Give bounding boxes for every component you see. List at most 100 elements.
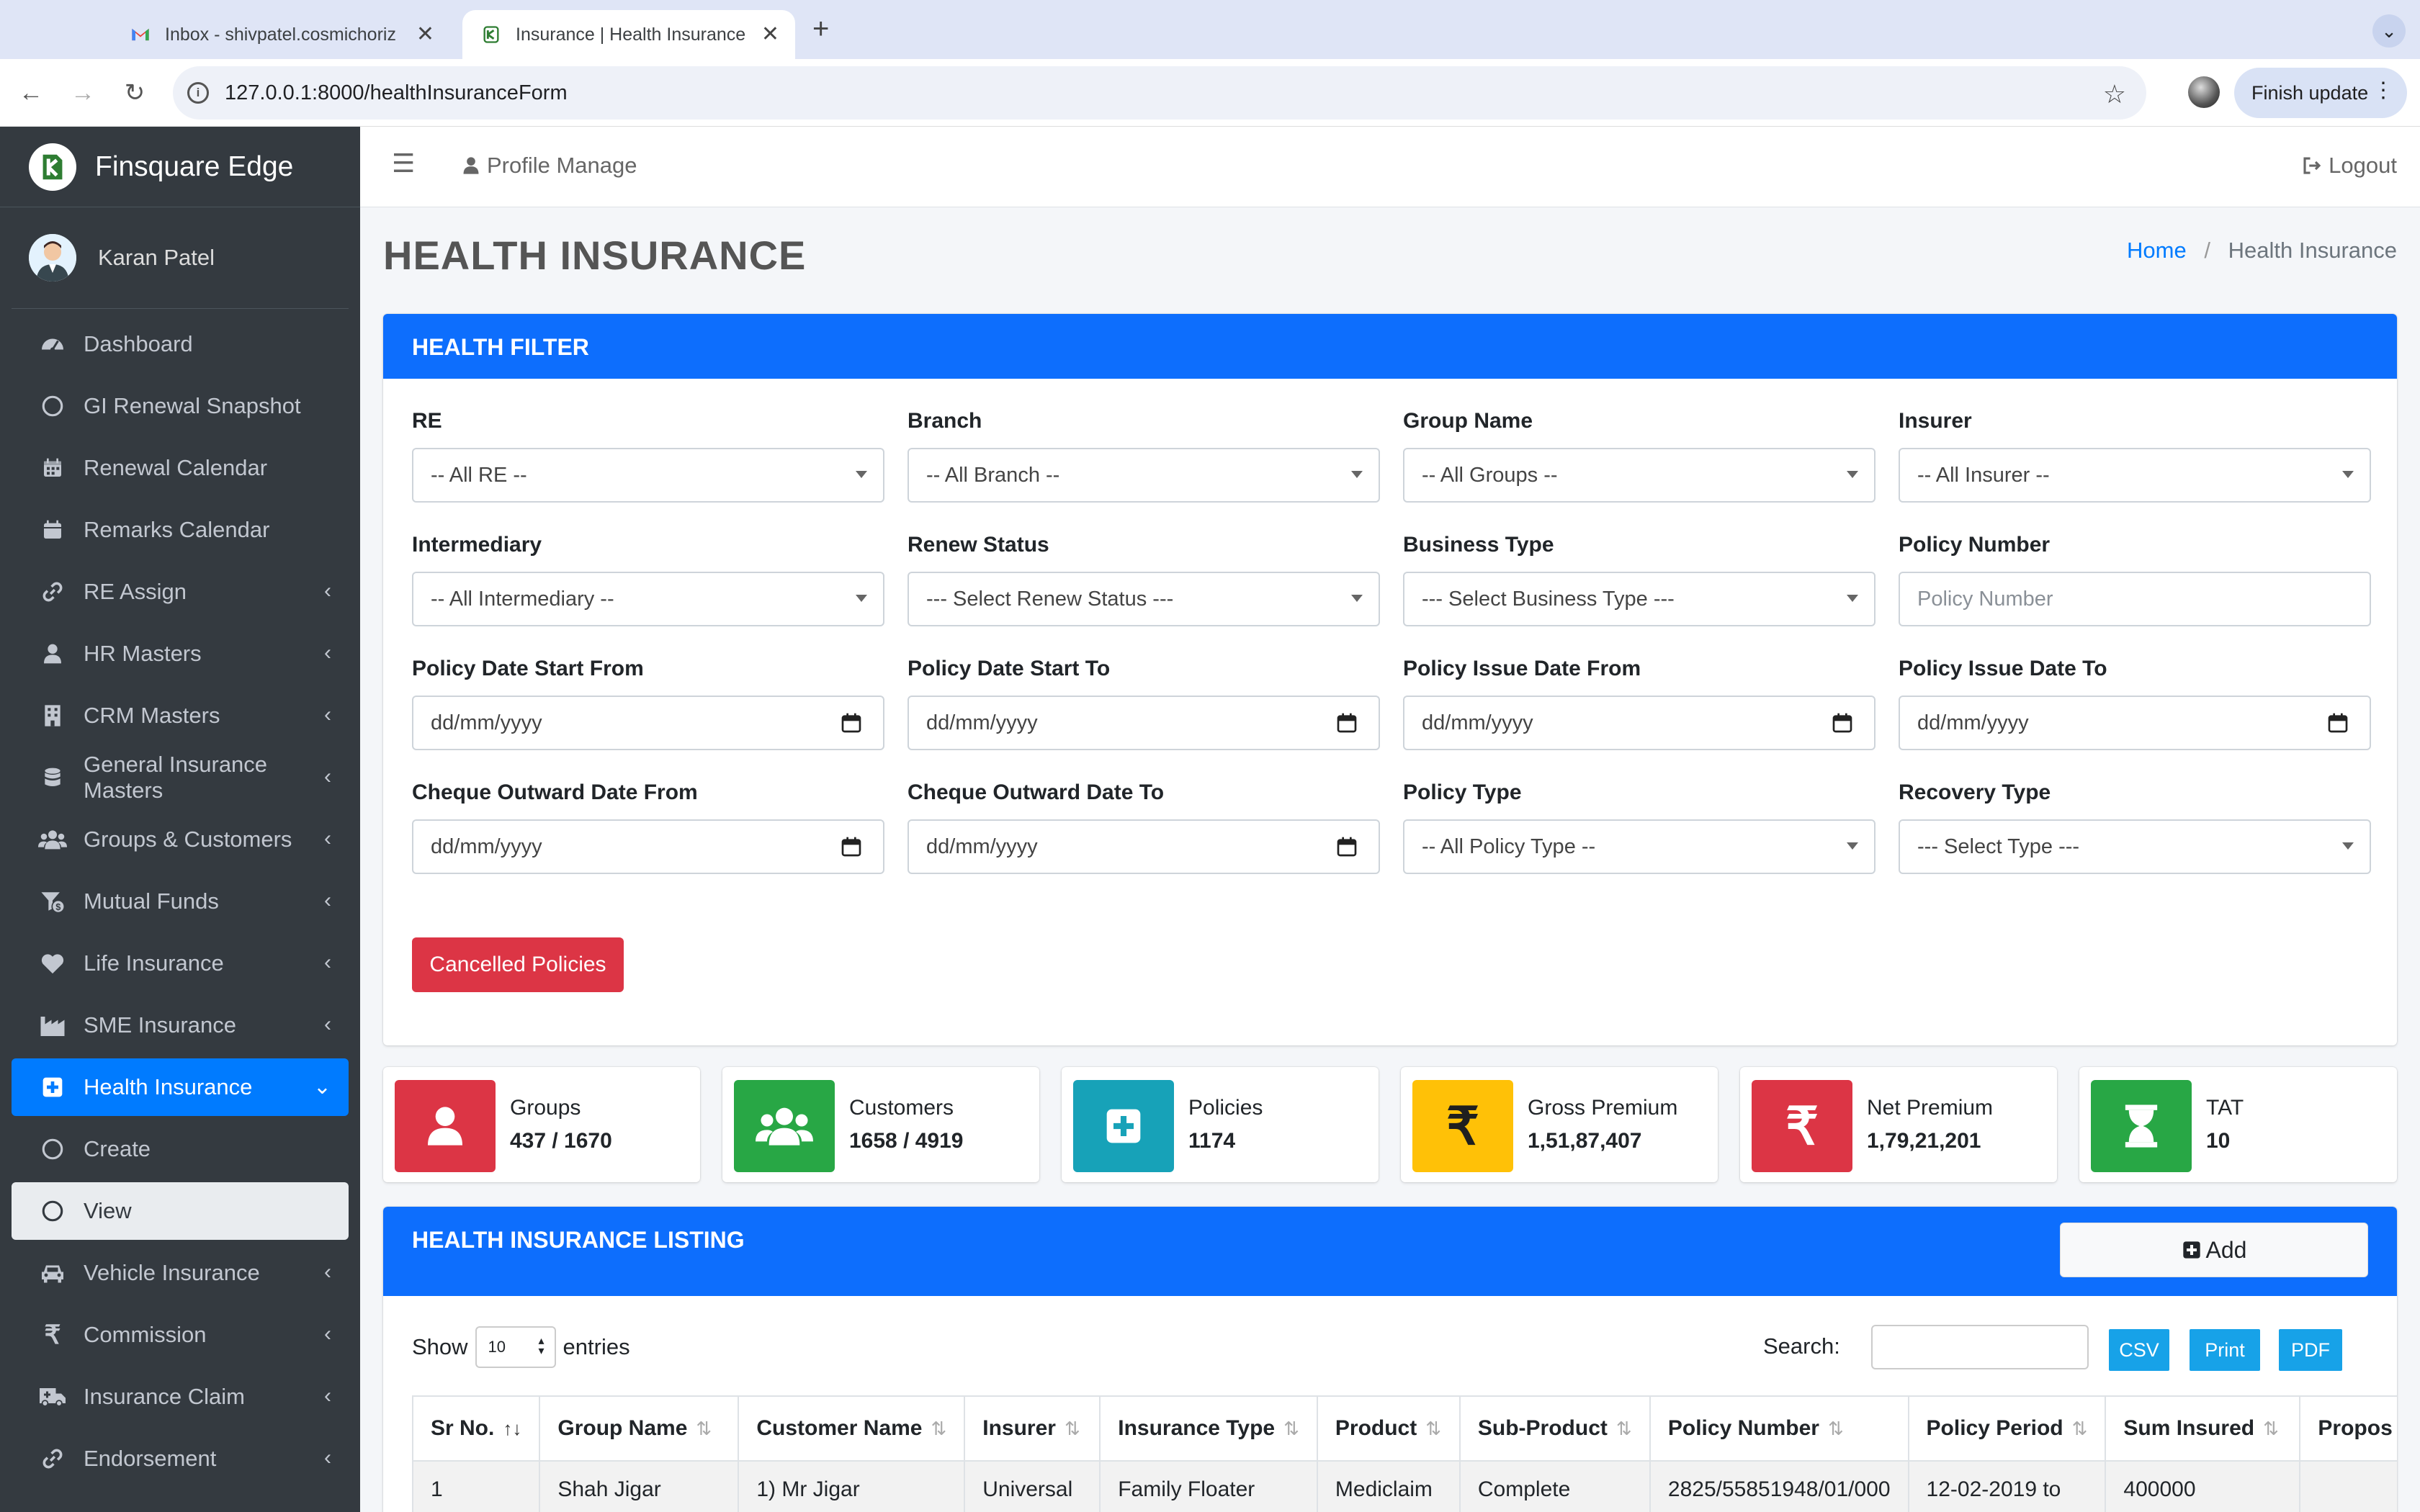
sort-icon: ↑↓: [503, 1418, 522, 1439]
column-header-sub-product[interactable]: Sub-Product ⇅: [1458, 1395, 1651, 1462]
bookmark-star-icon[interactable]: ☆: [2103, 79, 2126, 109]
table-row[interactable]: 1 Shah Jigar 1) Mr Jigar Universal Family Fl…: [411, 1460, 2397, 1512]
search-input[interactable]: [1871, 1325, 2089, 1369]
re-select[interactable]: -- All RE --: [412, 448, 884, 503]
column-header-insurance-type[interactable]: Insurance Type ⇅: [1099, 1395, 1318, 1462]
sidebar-item-insurance-claim[interactable]: Insurance Claim ‹: [12, 1368, 349, 1426]
table-cell: Complete: [1458, 1460, 1651, 1512]
column-header-product[interactable]: Product ⇅: [1316, 1395, 1461, 1462]
policy-issue-date-to-date-input[interactable]: dd/mm/yyyy: [1899, 696, 2371, 750]
column-header-sum-insured[interactable]: Sum Insured ⇅: [2105, 1395, 2301, 1462]
cheque-outward-date-from-date-input[interactable]: dd/mm/yyyy: [412, 819, 884, 874]
recovery-type-select[interactable]: --- Select Type ---: [1899, 819, 2371, 874]
sidebar-item-crm-masters[interactable]: CRM Masters ‹: [12, 687, 349, 744]
reload-button[interactable]: ↻: [117, 75, 153, 111]
column-header-label: Insurer: [982, 1416, 1056, 1440]
close-tab-icon[interactable]: ✕: [761, 24, 779, 45]
sidebar-item-health-insurance[interactable]: Health Insurance ⌄: [12, 1058, 349, 1116]
site-info-icon[interactable]: i: [187, 82, 209, 104]
selected-value: --- Select Renew Status ---: [926, 587, 1174, 611]
sidebar-item-hr-masters[interactable]: HR Masters ‹: [12, 625, 349, 683]
brand[interactable]: Finsquare Edge: [0, 127, 360, 207]
caret-down-icon: [1351, 471, 1363, 478]
rupee-icon: ₹: [1752, 1080, 1852, 1172]
filter-card-header: HEALTH FILTER: [383, 314, 2397, 379]
calendar-icon[interactable]: [1335, 711, 1358, 734]
business-type-select[interactable]: --- Select Business Type ---: [1403, 572, 1876, 626]
cheque-outward-date-to-date-input[interactable]: dd/mm/yyyy: [908, 819, 1380, 874]
logout-link[interactable]: Logout: [2301, 153, 2397, 179]
car-icon: [37, 1258, 68, 1288]
sidebar-item-life-insurance[interactable]: Life Insurance ‹: [12, 935, 349, 992]
sidebar-item-view[interactable]: View: [12, 1182, 349, 1240]
calendar-icon[interactable]: [840, 835, 863, 858]
sidebar-item-remarks-calendar[interactable]: Remarks Calendar: [12, 501, 349, 559]
column-header-group-name[interactable]: Group Name ⇅: [539, 1395, 740, 1462]
sidebar-item-mutual-funds[interactable]: $ Mutual Funds ‹: [12, 873, 349, 930]
intermediary-select[interactable]: -- All Intermediary --: [412, 572, 884, 626]
column-header-insurer[interactable]: Insurer ⇅: [964, 1395, 1101, 1462]
policy-date-start-to-date-input[interactable]: dd/mm/yyyy: [908, 696, 1380, 750]
profile-manage-link[interactable]: Profile Manage: [461, 153, 637, 179]
calendar-icon[interactable]: [840, 711, 863, 734]
hamburger-menu-icon[interactable]: ☰: [392, 148, 415, 179]
column-header-customer-name[interactable]: Customer Name ⇅: [738, 1395, 966, 1462]
stat-label: Groups: [510, 1096, 581, 1120]
sidebar-item-endorsement[interactable]: Endorsement ‹: [12, 1430, 349, 1488]
browser-profile-avatar[interactable]: [2188, 76, 2220, 108]
page-length-select[interactable]: 10 ▴ ▾: [475, 1326, 556, 1368]
policy-type-select[interactable]: -- All Policy Type --: [1403, 819, 1876, 874]
sidebar-item-label: GI Renewal Snapshot: [84, 393, 301, 418]
address-bar[interactable]: i 127.0.0.1:8000/healthInsuranceForm ☆: [173, 66, 2146, 120]
calendar-icon[interactable]: [2326, 711, 2349, 734]
sidebar-item-dashboard[interactable]: Dashboard: [12, 315, 349, 373]
close-tab-icon[interactable]: ✕: [416, 24, 434, 45]
group-name-select[interactable]: -- All Groups --: [1403, 448, 1876, 503]
sidebar-item-general-insurance-masters[interactable]: General Insurance Masters ‹: [12, 749, 349, 806]
policy-number-input[interactable]: Policy Number: [1899, 572, 2371, 626]
branch-select[interactable]: -- All Branch --: [908, 448, 1380, 503]
sidebar-item-groups-customers[interactable]: Groups & Customers ‹: [12, 811, 349, 868]
database-icon: [37, 762, 68, 793]
user-icon: [395, 1080, 496, 1172]
csv-button[interactable]: CSV: [2109, 1329, 2169, 1371]
new-tab-button[interactable]: +: [812, 13, 829, 45]
plus-square-icon: [1073, 1080, 1174, 1172]
sidebar-item-sme-insurance[interactable]: SME Insurance ‹: [12, 996, 349, 1054]
sidebar-item-commission[interactable]: ₹ Commission ‹: [12, 1306, 349, 1364]
policy-issue-date-from-date-input[interactable]: dd/mm/yyyy: [1403, 696, 1876, 750]
column-header-propos[interactable]: Propos: [2299, 1395, 2397, 1462]
sidebar-item-re-assign[interactable]: RE Assign ‹: [12, 563, 349, 621]
forward-button[interactable]: →: [65, 75, 101, 111]
cancelled-policies-button[interactable]: Cancelled Policies: [412, 937, 624, 992]
insurer-select[interactable]: -- All Insurer --: [1899, 448, 2371, 503]
add-button[interactable]: Add: [2060, 1223, 2368, 1277]
breadcrumb-home-link[interactable]: Home: [2127, 238, 2187, 263]
column-header-policy-period[interactable]: Policy Period ⇅: [1907, 1395, 2107, 1462]
column-header-label: Insurance Type: [1118, 1416, 1276, 1440]
calendar-icon[interactable]: [1335, 835, 1358, 858]
browser-tab-gmail[interactable]: Inbox - shivpatel.cosmichoriz ✕: [112, 10, 450, 59]
sidebar-item-gi-renewal-snapshot[interactable]: GI Renewal Snapshot: [12, 377, 349, 435]
table-cell: Universal: [964, 1460, 1101, 1512]
tab-search-button[interactable]: ⌄: [2372, 14, 2406, 48]
stat-value: 1658 / 4919: [849, 1129, 964, 1153]
caret-down-icon: [1351, 595, 1363, 602]
sidebar-item-renewal-calendar[interactable]: Renewal Calendar: [12, 439, 349, 497]
renew-status-select[interactable]: --- Select Renew Status ---: [908, 572, 1380, 626]
print-button[interactable]: Print: [2190, 1329, 2260, 1371]
policy-date-start-to-label: Policy Date Start To: [908, 657, 1111, 680]
column-header-sr-no-[interactable]: Sr No. ↑↓: [411, 1395, 541, 1462]
stat-value: 10: [2206, 1129, 2231, 1153]
browser-tab-health-insurance[interactable]: Insurance | Health Insurance ✕: [462, 10, 795, 59]
calendar-icon[interactable]: [1831, 711, 1854, 734]
recovery-type-label: Recovery Type: [1899, 780, 2051, 804]
sidebar-item-vehicle-insurance[interactable]: Vehicle Insurance ‹: [12, 1244, 349, 1302]
sidebar-item-create[interactable]: Create: [12, 1120, 349, 1178]
back-button[interactable]: ←: [13, 75, 49, 111]
pdf-button[interactable]: PDF: [2279, 1329, 2342, 1371]
user-panel[interactable]: Karan Patel: [0, 207, 360, 308]
policy-date-start-from-date-input[interactable]: dd/mm/yyyy: [412, 696, 884, 750]
column-header-policy-number[interactable]: Policy Number ⇅: [1649, 1395, 1909, 1462]
finish-update-button[interactable]: Finish update ⋮: [2234, 68, 2407, 118]
